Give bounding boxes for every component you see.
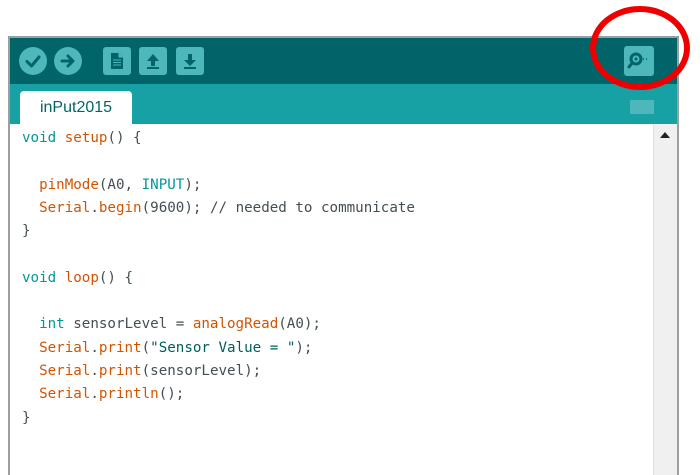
code-token: void — [22, 130, 57, 146]
verify-button[interactable] — [19, 47, 47, 75]
code-token: () { — [98, 269, 134, 286]
arrow-up-icon — [147, 54, 159, 69]
code-line: Serial.print(sensorLevel); — [22, 360, 261, 383]
code-token: ( — [141, 339, 151, 356]
open-sketch-button[interactable] — [139, 47, 167, 75]
code-line: Serial.println(); — [22, 383, 184, 406]
code-token: (A0); — [278, 316, 321, 333]
code-token: . — [90, 386, 99, 403]
document-icon — [111, 53, 123, 69]
code-token: ); — [184, 176, 202, 193]
magnifier-icon — [627, 52, 647, 69]
code-token: begin — [98, 199, 142, 216]
new-sketch-button[interactable] — [103, 47, 131, 75]
code-line: Serial.print("Sensor Value = "); — [22, 337, 312, 360]
code-token: (); — [158, 386, 185, 403]
code-token: } — [22, 409, 31, 426]
code-token: Serial — [39, 363, 91, 379]
tab-bar: inPut2015 — [10, 84, 677, 124]
code-line: Serial.begin(9600); // needed to communi… — [22, 197, 415, 220]
editor-scrollbar[interactable] — [653, 124, 677, 475]
arrow-right-icon — [60, 54, 75, 68]
serial-monitor-button[interactable] — [624, 46, 654, 76]
code-token: . — [90, 363, 99, 379]
arrow-down-icon — [184, 54, 196, 69]
code-line: } — [22, 407, 31, 430]
code-token: print — [98, 339, 142, 356]
code-token: int — [39, 316, 65, 333]
code-token: setup — [64, 130, 108, 146]
tab-menu-button[interactable] — [630, 100, 654, 114]
screenshot-stage: inPut2015 void setup() { pinMode(A0, INP… — [0, 0, 700, 475]
code-token: Serial — [39, 386, 91, 403]
code-token: (A0, — [98, 176, 142, 193]
code-token: void — [22, 269, 57, 286]
code-token: () { — [107, 130, 142, 146]
checkmark-icon — [25, 55, 41, 68]
code-editor[interactable]: void setup() { pinMode(A0, INPUT); Seria… — [10, 124, 653, 475]
code-line: pinMode(A0, INPUT); — [22, 174, 201, 197]
code-token: Serial — [39, 199, 91, 216]
scroll-up-arrow-icon[interactable] — [660, 132, 670, 138]
code-token: } — [22, 223, 31, 240]
code-line: int sensorLevel = analogRead(A0); — [22, 313, 321, 336]
code-token: (9600); // needed to communicate — [141, 199, 415, 216]
code-token: println — [98, 386, 159, 403]
upload-button[interactable] — [54, 47, 82, 75]
code-token: sensorLevel = — [64, 316, 193, 333]
code-token: analogRead — [192, 316, 279, 333]
code-token: loop — [64, 269, 99, 286]
toolbar — [10, 38, 677, 84]
code-token: INPUT — [141, 176, 185, 193]
code-line: } — [22, 220, 31, 243]
tab-sketch[interactable]: inPut2015 — [20, 91, 132, 124]
code-line: void loop() { — [22, 267, 133, 290]
code-token: Serial — [39, 339, 91, 356]
save-sketch-button[interactable] — [176, 47, 204, 75]
code-token: . — [90, 199, 99, 216]
code-line: void setup() { — [22, 127, 142, 150]
code-token: . — [90, 339, 99, 356]
code-token: ); — [295, 339, 313, 356]
arduino-ide-window: inPut2015 void setup() { pinMode(A0, INP… — [8, 36, 679, 475]
code-token: "Sensor Value = " — [150, 339, 296, 356]
code-token: print — [98, 363, 142, 379]
code-token: (sensorLevel); — [141, 363, 262, 379]
code-token: pinMode — [39, 176, 99, 193]
